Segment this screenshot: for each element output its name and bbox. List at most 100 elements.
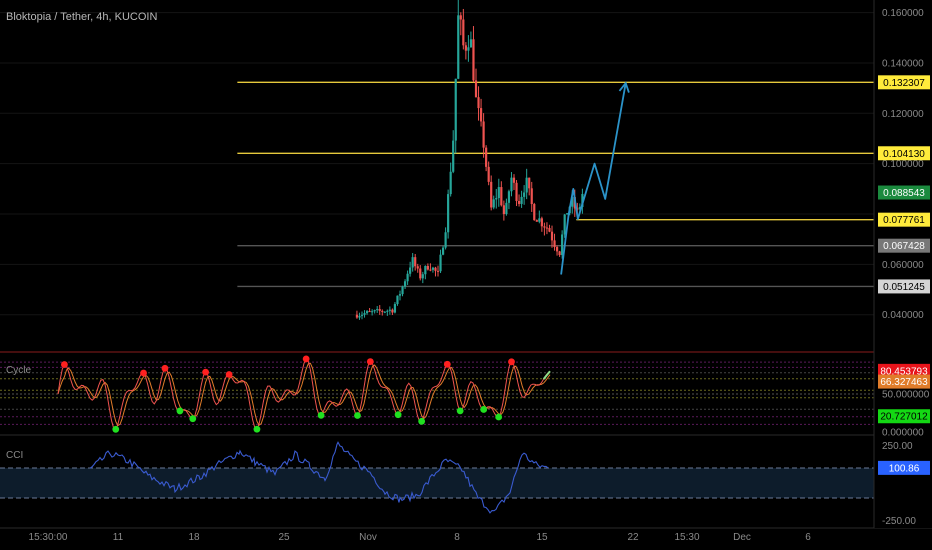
price-axis[interactable]: 0.160000 0.140000 0.120000 0.100000 0.060000…: [873, 0, 932, 528]
candle-body-6: [371, 311, 374, 313]
stoch-peak-dot-2: [140, 369, 147, 377]
stoch-value-badge-2[interactable]: 20.727012: [878, 409, 930, 424]
candle-body-42: [462, 19, 465, 46]
candle-body-1: [358, 315, 361, 318]
cci-tick-label-1[interactable]: -250.00: [882, 516, 916, 527]
candle-body-79: [555, 246, 559, 252]
candle-body-47: [474, 80, 478, 98]
chart-canvas[interactable]: Bloktopia / Tether, 4h, KUCOIN Cycle CCI…: [0, 0, 932, 550]
candle-body-2: [360, 314, 364, 316]
candle-body-33: [439, 254, 442, 272]
price-tick-label-1[interactable]: 0.140000: [882, 58, 924, 69]
stoch-trough-dot-16: [456, 407, 464, 415]
candle-body-60: [507, 191, 511, 203]
candle-body-48: [477, 97, 480, 109]
candle-body-63: [515, 182, 518, 202]
price-tick-label-5[interactable]: 0.040000: [882, 310, 924, 321]
cci-pane-label: CCI: [6, 450, 23, 461]
candle-body-38: [452, 140, 455, 172]
candle-body-73: [540, 218, 543, 227]
time-tick-label-6[interactable]: 15: [536, 532, 548, 543]
candle-body-59: [505, 202, 508, 215]
candle-body-80: [558, 251, 561, 256]
stoch-value-badge-2-text: 20.727012: [880, 412, 928, 423]
time-tick-label-3[interactable]: 25: [278, 532, 290, 543]
candle-body-41: [459, 15, 462, 20]
candle-body-7: [373, 310, 376, 312]
price-badge-3[interactable]: 0.077761: [878, 212, 930, 227]
candle-body-65: [520, 196, 523, 204]
stoch-peak-dot-7: [225, 371, 233, 378]
candle-body-5: [368, 311, 371, 313]
stoch-peak-dot-9: [302, 355, 310, 363]
candle-body-21: [409, 267, 412, 274]
cci-value-badge-0[interactable]: 100.86: [878, 460, 930, 475]
candle-body-30: [431, 267, 435, 270]
price-tick-label-4[interactable]: 0.060000: [882, 260, 924, 271]
stoch-trough-dot-4: [176, 407, 184, 415]
price-badge-4-text: 0.067428: [883, 241, 925, 252]
stoch-value-badge-1[interactable]: 66.327463: [878, 374, 930, 389]
stoch-peak-dot-0: [61, 361, 68, 368]
candle-body-34: [441, 247, 445, 255]
price-tick-label-0[interactable]: 0.160000: [882, 8, 924, 19]
stoch-peak-dot-6: [202, 368, 210, 376]
candle-body-29: [429, 269, 432, 271]
price-badge-0[interactable]: 0.132307: [878, 75, 930, 90]
candle-body-70: [533, 204, 536, 221]
stoch-tick-label-0[interactable]: 50.000000: [882, 390, 930, 401]
price-tick-label-2[interactable]: 0.120000: [882, 109, 924, 120]
candle-body-67: [525, 177, 528, 193]
candle-body-69: [530, 188, 533, 205]
time-tick-label-5[interactable]: 8: [454, 532, 460, 543]
candle-body-26: [421, 274, 424, 279]
candle-body-52: [487, 166, 490, 182]
stoch-trough-dot-18: [495, 413, 503, 421]
candle-body-0: [355, 314, 359, 318]
time-tick-label-7[interactable]: 22: [627, 532, 639, 543]
candle-body-36: [447, 194, 450, 233]
candle-body-39: [454, 78, 457, 141]
stoch-peak-dot-3: [161, 364, 169, 372]
candle-body-61: [510, 177, 513, 192]
time-tick-label-0[interactable]: 15:30:00: [29, 532, 68, 543]
price-tick-label-3[interactable]: 0.100000: [882, 159, 924, 170]
candle-body-66: [523, 192, 526, 197]
candle-body-17: [398, 294, 402, 296]
candle-body-72: [538, 218, 541, 222]
stoch-trough-dot-11: [354, 412, 361, 419]
candle-body-40: [457, 15, 460, 79]
time-tick-label-9[interactable]: Dec: [733, 532, 751, 543]
candle-body-74: [543, 226, 546, 228]
stochastic-pane: [0, 355, 874, 433]
chart-title: Bloktopia / Tether, 4h, KUCOIN: [6, 11, 157, 23]
time-tick-label-10[interactable]: 6: [805, 532, 811, 543]
candle-body-32: [436, 270, 440, 272]
time-tick-label-4[interactable]: Nov: [359, 532, 377, 543]
candle-body-12: [386, 310, 389, 312]
price-badge-1[interactable]: 0.104130: [878, 146, 930, 161]
candle-body-81: [561, 234, 564, 256]
stoch-value-badge-1-text: 66.327463: [880, 377, 928, 388]
candle-body-27: [424, 265, 427, 275]
price-badge-4[interactable]: 0.067428: [878, 238, 930, 253]
candle-body-25: [419, 268, 422, 279]
candle-body-10: [381, 310, 384, 312]
time-axis[interactable]: 15:30:00 11 18 25 Nov 8 15 22 15:30 Dec 6: [29, 532, 812, 543]
stoch-peak-dot-15: [443, 360, 451, 368]
candle-body-9: [378, 309, 381, 311]
stoch-tick-label-1[interactable]: 0.000000: [882, 428, 924, 439]
price-badge-5[interactable]: 0.051245: [878, 279, 930, 294]
candle-body-11: [383, 311, 386, 313]
candle-body-24: [416, 266, 419, 269]
time-tick-label-2[interactable]: 18: [188, 532, 200, 543]
time-tick-label-8[interactable]: 15:30: [674, 532, 699, 543]
price-badge-2-text: 0.088543: [883, 188, 925, 199]
candle-body-4: [365, 311, 369, 314]
price-badge-2[interactable]: 0.088543: [878, 185, 930, 200]
time-tick-label-1[interactable]: 11: [113, 532, 124, 543]
cci-tick-label-0[interactable]: 250.00: [882, 441, 913, 452]
candle-body-14: [391, 309, 394, 313]
candle-series: [355, 0, 584, 320]
candle-body-18: [401, 286, 404, 295]
